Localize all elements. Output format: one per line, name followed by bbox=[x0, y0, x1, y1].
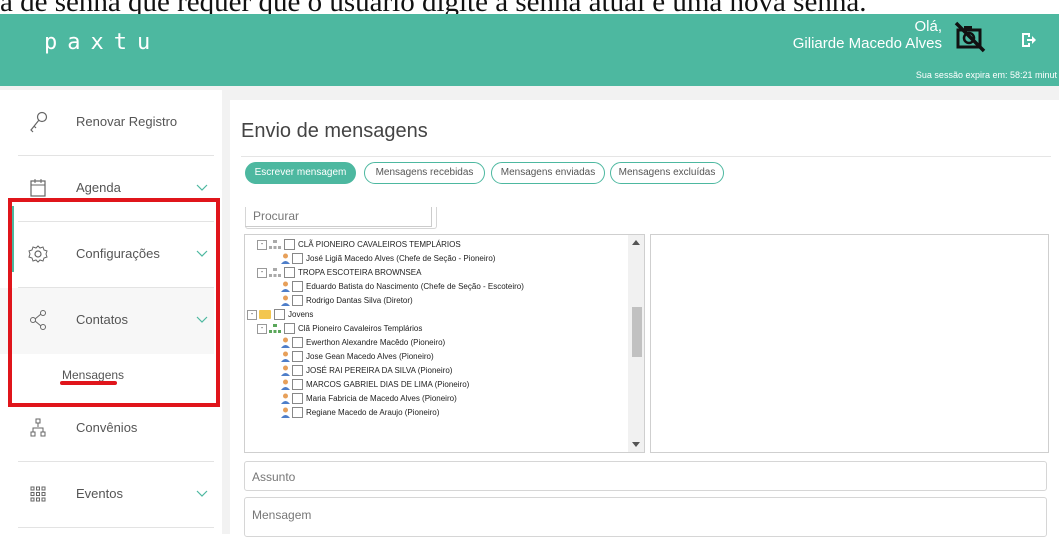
checkbox[interactable] bbox=[292, 351, 303, 363]
key-icon bbox=[30, 111, 48, 133]
collapse-icon[interactable]: - bbox=[257, 323, 267, 334]
person-icon bbox=[281, 365, 290, 377]
tree-row[interactable]: Jose Gean Macedo Alves (Pioneiro) bbox=[281, 350, 434, 364]
tree-row[interactable]: Regiane Macedo de Araujo (Pioneiro) bbox=[281, 406, 439, 420]
scrollbar-thumb[interactable] bbox=[632, 307, 642, 357]
tab-mensagens-excluidas[interactable]: Mensagens excluídas bbox=[610, 162, 724, 184]
contacts-tree[interactable]: - CLÃ PIONEIRO CAVALEIROS TEMPLÁRIOS José… bbox=[244, 234, 645, 453]
person-icon bbox=[281, 281, 290, 293]
tree-row[interactable]: - CLÃ PIONEIRO CAVALEIROS TEMPLÁRIOS bbox=[257, 238, 461, 252]
person-icon bbox=[281, 253, 290, 265]
selected-recipients-box[interactable] bbox=[650, 234, 1049, 453]
tab-escrever-mensagem[interactable]: Escrever mensagem bbox=[245, 162, 356, 184]
tree-row[interactable]: Ewerthon Alexandre Macêdo (Pioneiro) bbox=[281, 336, 445, 350]
person-icon bbox=[281, 337, 290, 349]
scrollbar[interactable] bbox=[628, 235, 644, 452]
collapse-icon[interactable]: - bbox=[257, 239, 267, 250]
person-icon bbox=[281, 407, 290, 419]
subject-field[interactable]: Assunto bbox=[244, 461, 1047, 491]
sidebar-item-label: Convênios bbox=[76, 420, 138, 435]
checkbox[interactable] bbox=[292, 393, 303, 405]
tree-row[interactable]: - Clã Pioneiro Cavaleiros Templários bbox=[257, 322, 422, 336]
annotation-highlight-box bbox=[8, 198, 220, 407]
checkbox[interactable] bbox=[292, 295, 303, 307]
search-input[interactable]: Procurar bbox=[245, 207, 432, 227]
checkbox[interactable] bbox=[284, 239, 295, 251]
sidebar-item-label: Renovar Registro bbox=[76, 114, 178, 129]
checkbox[interactable] bbox=[274, 309, 285, 321]
checkbox[interactable] bbox=[292, 365, 303, 377]
sidebar-item-renovar-registro[interactable]: Renovar Registro bbox=[0, 90, 214, 156]
tree-row[interactable]: José Ligiã Macedo Alves (Chefe de Seção … bbox=[281, 252, 495, 266]
tree-row[interactable]: Eduardo Batista do Nascimento (Chefe de … bbox=[281, 280, 524, 294]
person-icon bbox=[281, 393, 290, 405]
checkbox[interactable] bbox=[292, 281, 303, 293]
user-greeting: Olá, Giliarde Macedo Alves bbox=[793, 18, 942, 52]
collapse-icon[interactable]: - bbox=[247, 309, 257, 320]
message-field[interactable]: Mensagem bbox=[244, 497, 1047, 537]
logo: paxtu bbox=[44, 30, 161, 55]
person-icon bbox=[281, 351, 290, 363]
sidebar-item-eventos[interactable]: Eventos bbox=[0, 462, 214, 528]
tree-row[interactable]: - Jovens bbox=[247, 308, 313, 322]
person-icon bbox=[281, 379, 290, 391]
user-name: Giliarde Macedo Alves bbox=[792, 35, 942, 52]
session-timer: Sua sessão expira em: 58:21 minut bbox=[915, 70, 1057, 80]
group-icon bbox=[269, 323, 281, 333]
checkbox[interactable] bbox=[284, 267, 295, 279]
tree-row[interactable]: - TROPA ESCOTEIRA BROWNSEA bbox=[257, 266, 421, 280]
scroll-down-icon[interactable] bbox=[632, 442, 640, 447]
sidebar-item-label: Eventos bbox=[76, 486, 123, 501]
checkbox[interactable] bbox=[292, 379, 303, 391]
chevron-down-icon[interactable] bbox=[196, 184, 208, 192]
main-panel: Envio de mensagens Escrever mensagem Men… bbox=[230, 100, 1059, 537]
checkbox[interactable] bbox=[284, 323, 295, 335]
tree-row[interactable]: Maria Fabricia de Macedo Alves (Pioneiro… bbox=[281, 392, 457, 406]
top-bar: paxtu Olá, Giliarde Macedo Alves Sua ses… bbox=[0, 14, 1059, 86]
divider bbox=[18, 527, 214, 528]
group-icon bbox=[269, 267, 281, 277]
grid-icon bbox=[30, 486, 46, 502]
caption-text: a de senha que requer que o usuário digi… bbox=[0, 0, 1059, 14]
folder-icon bbox=[259, 310, 271, 320]
checkbox[interactable] bbox=[292, 407, 303, 419]
calendar-icon bbox=[30, 179, 46, 197]
sidebar-item-label: Agenda bbox=[76, 180, 121, 195]
no-camera-icon[interactable] bbox=[952, 20, 988, 54]
person-icon bbox=[281, 295, 290, 307]
tree-row[interactable]: MARCOS GABRIEL DIAS DE LIMA (Pioneiro) bbox=[281, 378, 469, 392]
scroll-up-icon[interactable] bbox=[632, 240, 640, 245]
tab-mensagens-enviadas[interactable]: Mensagens enviadas bbox=[491, 162, 605, 184]
chevron-down-icon[interactable] bbox=[196, 490, 208, 498]
tab-mensagens-recebidas[interactable]: Mensagens recebidas bbox=[364, 162, 485, 184]
tree-row[interactable]: Rodrigo Dantas Silva (Diretor) bbox=[281, 294, 413, 308]
tree-row[interactable]: JOSÉ RAI PEREIRA DA SILVA (Pioneiro) bbox=[281, 364, 452, 378]
greeting-text: Olá, bbox=[914, 18, 942, 35]
checkbox[interactable] bbox=[292, 337, 303, 349]
checkbox[interactable] bbox=[292, 253, 303, 265]
page-title: Envio de mensagens bbox=[241, 120, 428, 142]
collapse-icon[interactable]: - bbox=[257, 267, 267, 278]
divider bbox=[241, 156, 1051, 157]
org-chart-icon bbox=[30, 418, 46, 437]
group-icon bbox=[269, 239, 281, 249]
logout-icon[interactable] bbox=[1020, 32, 1036, 48]
